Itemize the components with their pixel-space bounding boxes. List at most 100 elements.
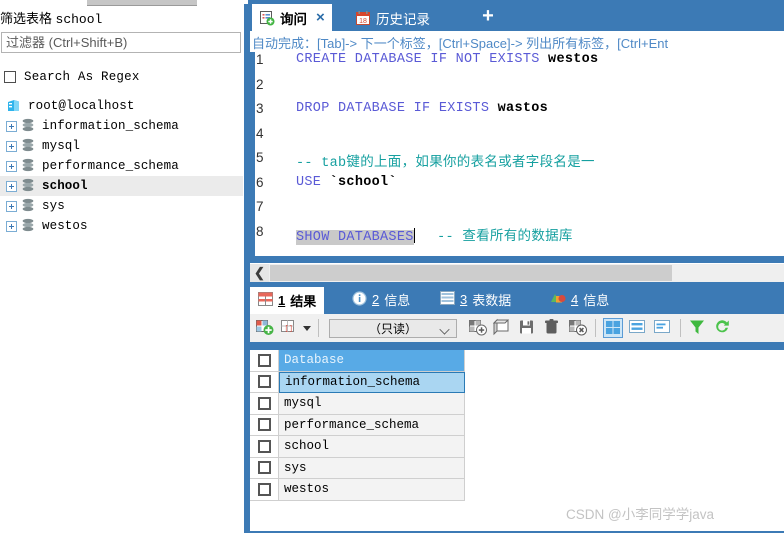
- edit-mode-value: （只读）: [368, 321, 417, 336]
- row-checkbox-cell[interactable]: [250, 371, 279, 393]
- expand-icon[interactable]: [6, 160, 17, 172]
- expand-icon[interactable]: [6, 140, 17, 152]
- expand-icon[interactable]: [6, 200, 17, 212]
- tab-history[interactable]: 18 历史记录: [348, 4, 437, 31]
- row-checkbox[interactable]: [257, 461, 271, 475]
- table-row[interactable]: mysql: [250, 393, 784, 415]
- database-icon: [21, 118, 35, 134]
- row-checkbox[interactable]: [257, 396, 271, 410]
- grid-header-row[interactable]: Database: [250, 350, 784, 372]
- sidebar-top-scroll-strip[interactable]: [87, 0, 197, 6]
- close-icon[interactable]: ×: [316, 10, 325, 25]
- line-number: 5: [256, 150, 264, 165]
- sql-code[interactable]: 1 CREATE DATABASE IF NOT EXISTS westos 2…: [255, 52, 784, 256]
- tree-item-database[interactable]: westos: [0, 216, 247, 236]
- grid-cell[interactable]: westos: [279, 479, 465, 501]
- tab-query-label: 询问: [280, 11, 307, 27]
- table-row[interactable]: westos: [250, 479, 784, 501]
- sql-editor[interactable]: 自动完成：[Tab]-> 下一个标签，[Ctrl+Space]-> 列出所有标签…: [250, 31, 784, 256]
- search-as-regex-checkbox[interactable]: [4, 71, 16, 83]
- watermark: CSDN @小李同学学java: [566, 507, 714, 522]
- sql-identifier: westos: [539, 52, 599, 67]
- record-options-icon[interactable]: []: [280, 318, 300, 338]
- expand-icon[interactable]: [6, 180, 17, 192]
- delete-record-icon[interactable]: [543, 318, 563, 338]
- tab-history-label: 历史记录: [376, 11, 430, 27]
- code-line: 3 DROP DATABASE IF EXISTS wastos: [255, 101, 784, 126]
- filter-icon[interactable]: [688, 318, 708, 338]
- tree-item-database[interactable]: sys: [0, 196, 247, 216]
- result-toolbar: [] （只读）: [250, 314, 784, 342]
- row-checkbox-cell[interactable]: [250, 393, 279, 415]
- form-view-icon[interactable]: [628, 318, 648, 338]
- row-checkbox-cell[interactable]: [250, 436, 279, 458]
- calendar-icon: 18: [355, 10, 371, 26]
- insert-record-icon[interactable]: [468, 318, 488, 338]
- grid-cell[interactable]: performance_schema: [279, 414, 465, 436]
- code-line: 4: [255, 126, 784, 151]
- chevron-down-icon[interactable]: [303, 325, 311, 331]
- search-as-regex-row[interactable]: Search As Regex: [4, 68, 204, 86]
- add-tab-button[interactable]: +: [478, 6, 498, 27]
- tab-table-data[interactable]: 3 表数据: [432, 285, 519, 314]
- expand-icon[interactable]: [6, 120, 17, 132]
- add-record-icon[interactable]: [255, 318, 275, 338]
- cancel-record-icon[interactable]: [568, 318, 588, 338]
- select-all-checkbox[interactable]: [257, 353, 271, 367]
- tab-results[interactable]: 1 结果: [250, 287, 325, 314]
- table-row[interactable]: school: [250, 436, 784, 458]
- tree-item-database[interactable]: mysql: [0, 136, 247, 156]
- grid-view-icon[interactable]: [603, 318, 623, 338]
- sql-keyword: DROP DATABASE IF EXISTS: [296, 101, 490, 116]
- refresh-icon[interactable]: [713, 318, 733, 338]
- autocomplete-hint: 自动完成：[Tab]-> 下一个标签，[Ctrl+Space]-> 列出所有标签…: [252, 36, 669, 51]
- grid-cell[interactable]: mysql: [279, 393, 465, 415]
- grid-cell[interactable]: school: [279, 436, 465, 458]
- grid-cell[interactable]: sys: [279, 457, 465, 479]
- table-row[interactable]: sys: [250, 457, 784, 479]
- row-checkbox[interactable]: [257, 439, 271, 453]
- edit-mode-select[interactable]: （只读）: [329, 318, 457, 338]
- row-checkbox-cell[interactable]: [250, 414, 279, 436]
- tree-item-database[interactable]: information_schema: [0, 116, 247, 136]
- toolbar-separator: [680, 319, 681, 337]
- grid-column-header[interactable]: Database: [279, 350, 465, 372]
- row-checkbox-cell[interactable]: [250, 479, 279, 501]
- text-view-icon[interactable]: [653, 318, 673, 338]
- save-record-icon[interactable]: [518, 318, 538, 338]
- editor-horizontal-scrollbar[interactable]: ❮: [250, 263, 784, 282]
- line-number: 2: [256, 76, 264, 92]
- sql-identifier: `school`: [321, 174, 397, 190]
- row-checkbox[interactable]: [257, 418, 271, 432]
- line-text: -- tab键的上面，如果你的表名或者字段名是一: [296, 150, 595, 171]
- tab-query[interactable]: 询问 ×: [252, 4, 332, 31]
- filter-placeholder: 过滤器 (Ctrl+Shift+B): [6, 35, 128, 50]
- tab-info-2-label: 信息: [583, 293, 610, 308]
- tab-info-1[interactable]: 2 信息: [344, 285, 418, 314]
- tree-item-connection[interactable]: root@localhost: [0, 96, 247, 116]
- tree-item-database[interactable]: performance_schema: [0, 156, 247, 176]
- sql-comment: -- 查看所有的数据库: [437, 229, 573, 245]
- code-line: 7: [255, 199, 784, 224]
- scrollbar-thumb[interactable]: [270, 265, 672, 281]
- row-checkbox[interactable]: [257, 482, 271, 496]
- tab-table-data-number: 3: [460, 292, 468, 307]
- grid-cell[interactable]: information_schema: [279, 371, 465, 393]
- tree-item-database-school[interactable]: school: [0, 176, 247, 196]
- row-checkbox[interactable]: [257, 375, 271, 389]
- row-checkbox-cell[interactable]: [250, 457, 279, 479]
- expand-icon[interactable]: [6, 220, 17, 232]
- table-row[interactable]: performance_schema: [250, 414, 784, 436]
- filter-input[interactable]: 过滤器 (Ctrl+Shift+B): [1, 32, 241, 53]
- row-checkbox-cell[interactable]: [250, 350, 279, 372]
- duplicate-record-icon[interactable]: [492, 318, 513, 338]
- toolbar-separator: [318, 319, 319, 337]
- tab-info-2[interactable]: 4 信息: [542, 285, 617, 314]
- toolbar-separator: [595, 319, 596, 337]
- line-text: DROP DATABASE IF EXISTS wastos: [296, 101, 548, 116]
- query-icon: [259, 10, 275, 26]
- table-row[interactable]: information_schema: [250, 371, 784, 393]
- sql-comment: -- tab键的上面，如果你的表名或者字段名是一: [296, 156, 595, 171]
- info-icon: [352, 290, 367, 309]
- scroll-left-icon[interactable]: ❮: [250, 264, 269, 282]
